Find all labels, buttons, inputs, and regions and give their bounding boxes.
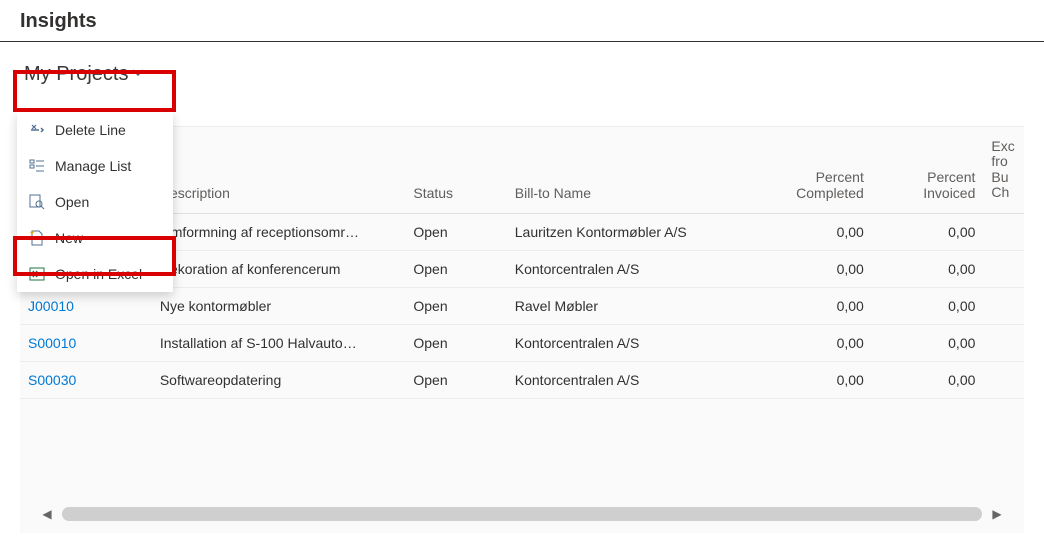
cell-no[interactable]: S00030 xyxy=(20,361,152,398)
col-excluded-header[interactable]: Exc fro Bu Ch xyxy=(983,127,1024,213)
scrollbar-track[interactable] xyxy=(62,507,982,521)
cell-billto: Lauritzen Kontormøbler A/S xyxy=(507,213,750,250)
menu-item-label: Open in Excel xyxy=(55,266,142,282)
cell-excluded xyxy=(983,324,1024,361)
menu-item-label: Open xyxy=(55,194,89,210)
cell-percent-invoiced: 0,00 xyxy=(872,361,984,398)
cell-billto: Kontorcentralen A/S xyxy=(507,324,750,361)
table-row[interactable]: S00030 Softwareopdatering Open Kontorcen… xyxy=(20,361,1024,398)
cell-description: Installation af S-100 Halvauto… xyxy=(152,324,406,361)
col-percent-invoiced-header[interactable]: Percent Invoiced xyxy=(872,127,984,213)
cell-status: Open xyxy=(405,213,506,250)
cell-billto: Kontorcentralen A/S xyxy=(507,250,750,287)
list-view-dropdown[interactable]: My Projects xyxy=(20,57,148,92)
cell-percent-completed: 0,00 xyxy=(750,361,872,398)
menu-item-new[interactable]: New xyxy=(17,220,173,256)
cell-percent-invoiced: 0,00 xyxy=(872,250,984,287)
cell-percent-completed: 0,00 xyxy=(750,324,872,361)
delete-line-icon xyxy=(29,122,45,138)
horizontal-scrollbar[interactable]: ◀ ▶ xyxy=(20,499,1024,533)
table-row[interactable]: J00010 Nye kontormøbler Open Ravel Møble… xyxy=(20,287,1024,324)
cell-excluded xyxy=(983,250,1024,287)
cell-excluded xyxy=(983,287,1024,324)
col-percent-completed-header[interactable]: Percent Completed xyxy=(750,127,872,213)
cell-description: Dekoration af konferencerum xyxy=(152,250,406,287)
cell-percent-completed: 0,00 xyxy=(750,250,872,287)
cell-percent-completed: 0,00 xyxy=(750,287,872,324)
cell-billto: Ravel Møbler xyxy=(507,287,750,324)
menu-item-label: New xyxy=(55,230,83,246)
manage-list-icon xyxy=(29,158,45,174)
cell-percent-invoiced: 0,00 xyxy=(872,213,984,250)
menu-item-open[interactable]: Open xyxy=(17,184,173,220)
cell-excluded xyxy=(983,213,1024,250)
menu-item-label: Manage List xyxy=(55,158,131,174)
col-description-header[interactable]: Description xyxy=(152,127,406,213)
list-view-menu: Delete Line Manage List Open New Open in… xyxy=(17,112,173,292)
chevron-down-icon xyxy=(132,67,144,82)
new-doc-icon xyxy=(29,230,45,246)
cell-percent-invoiced: 0,00 xyxy=(872,324,984,361)
cell-description: Nye kontormøbler xyxy=(152,287,406,324)
table-row[interactable]: S00010 Installation af S-100 Halvauto… O… xyxy=(20,324,1024,361)
excel-icon xyxy=(29,266,45,282)
cell-status: Open xyxy=(405,324,506,361)
cell-description: Omformning af receptionsomr… xyxy=(152,213,406,250)
col-billto-header[interactable]: Bill-to Name xyxy=(507,127,750,213)
cell-excluded xyxy=(983,361,1024,398)
page-title: Insights xyxy=(0,0,1044,42)
open-magnify-icon xyxy=(29,194,45,210)
cell-description: Softwareopdatering xyxy=(152,361,406,398)
scroll-left-icon[interactable]: ◀ xyxy=(38,505,56,523)
list-view-label: My Projects xyxy=(24,63,128,86)
cell-no[interactable]: J00010 xyxy=(20,287,152,324)
cell-percent-completed: 0,00 xyxy=(750,213,872,250)
cell-status: Open xyxy=(405,361,506,398)
cell-no[interactable]: S00010 xyxy=(20,324,152,361)
cell-status: Open xyxy=(405,287,506,324)
cell-billto: Kontorcentralen A/S xyxy=(507,361,750,398)
cell-status: Open xyxy=(405,250,506,287)
col-status-header[interactable]: Status xyxy=(405,127,506,213)
scroll-right-icon[interactable]: ▶ xyxy=(988,505,1006,523)
menu-item-manage-list[interactable]: Manage List xyxy=(17,148,173,184)
cell-percent-invoiced: 0,00 xyxy=(872,287,984,324)
menu-item-label: Delete Line xyxy=(55,122,126,138)
menu-item-delete-line[interactable]: Delete Line xyxy=(17,112,173,148)
menu-item-open-in-excel[interactable]: Open in Excel xyxy=(17,256,173,292)
